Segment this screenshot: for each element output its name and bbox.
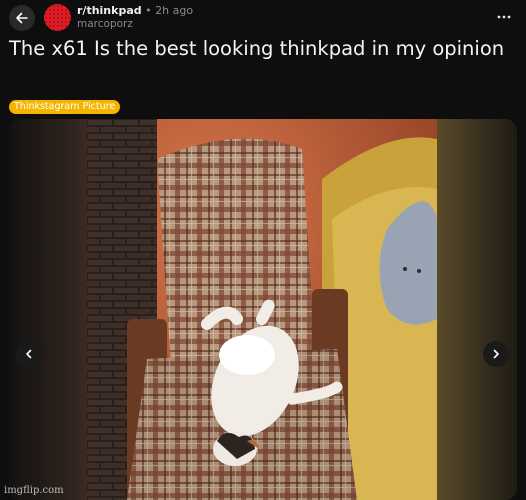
back-button[interactable] xyxy=(9,5,35,31)
post-age: 2h ago xyxy=(155,4,194,17)
arrow-left-icon xyxy=(16,12,28,24)
previous-image-button[interactable] xyxy=(16,341,42,367)
post-flair[interactable]: Thinkstagram Picture xyxy=(9,100,121,114)
post-page: r/thinkpad • 2h ago marcoporz The x61 Is… xyxy=(0,0,526,500)
chevron-right-icon xyxy=(493,349,499,359)
media-blur-right xyxy=(437,119,517,500)
post-meta: r/thinkpad • 2h ago xyxy=(77,4,193,17)
cat-photo xyxy=(87,119,437,500)
imgflip-watermark: imgflip.com xyxy=(4,485,64,496)
media-blur-left xyxy=(9,119,87,500)
more-options-button[interactable] xyxy=(496,9,512,25)
post-media[interactable] xyxy=(9,119,517,500)
post-header: r/thinkpad • 2h ago marcoporz xyxy=(0,0,526,34)
meta-separator: • xyxy=(145,4,152,17)
author-link[interactable]: marcoporz xyxy=(77,18,133,30)
next-image-button[interactable] xyxy=(483,341,509,367)
post-title: The x61 Is the best looking thinkpad in … xyxy=(9,37,505,60)
chevron-left-icon xyxy=(26,349,32,359)
more-horizontal-icon xyxy=(497,15,511,19)
subreddit-link[interactable]: r/thinkpad xyxy=(77,4,142,17)
cat-on-armchair-image xyxy=(87,119,437,500)
subreddit-avatar[interactable] xyxy=(44,4,71,31)
